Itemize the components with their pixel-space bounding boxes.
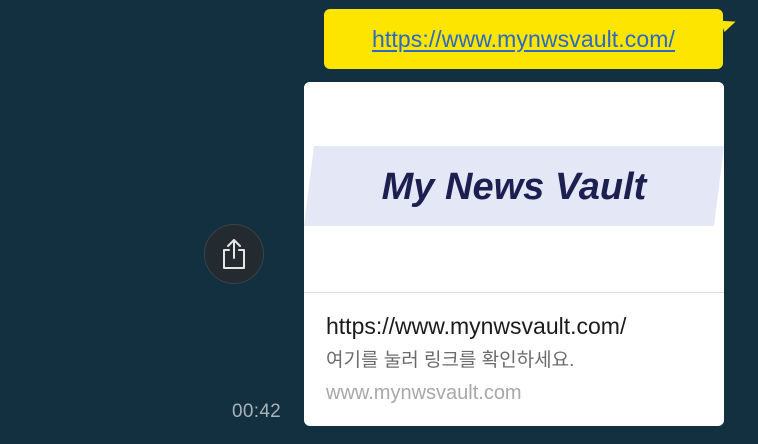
preview-description: 여기를 눌러 링크를 확인하세요. [326,350,575,371]
bubble-tail [720,15,738,33]
preview-domain: www.mynwsvault.com [326,382,522,404]
share-icon [223,239,245,269]
preview-divider [304,292,724,293]
message-timestamp: 00:42 [232,401,282,422]
message-bubble: https://www.mynwsvault.com/ [324,9,738,69]
logo-text: My News Vault [382,166,648,208]
share-button[interactable] [204,224,264,284]
preview-title: https://www.mynwsvault.com/ [326,313,627,339]
preview-image: My News Vault [304,82,724,292]
link-preview-card[interactable]: My News Vault https://www.mynwsvault.com… [304,82,724,426]
message-link[interactable]: https://www.mynwsvault.com/ [372,26,675,53]
